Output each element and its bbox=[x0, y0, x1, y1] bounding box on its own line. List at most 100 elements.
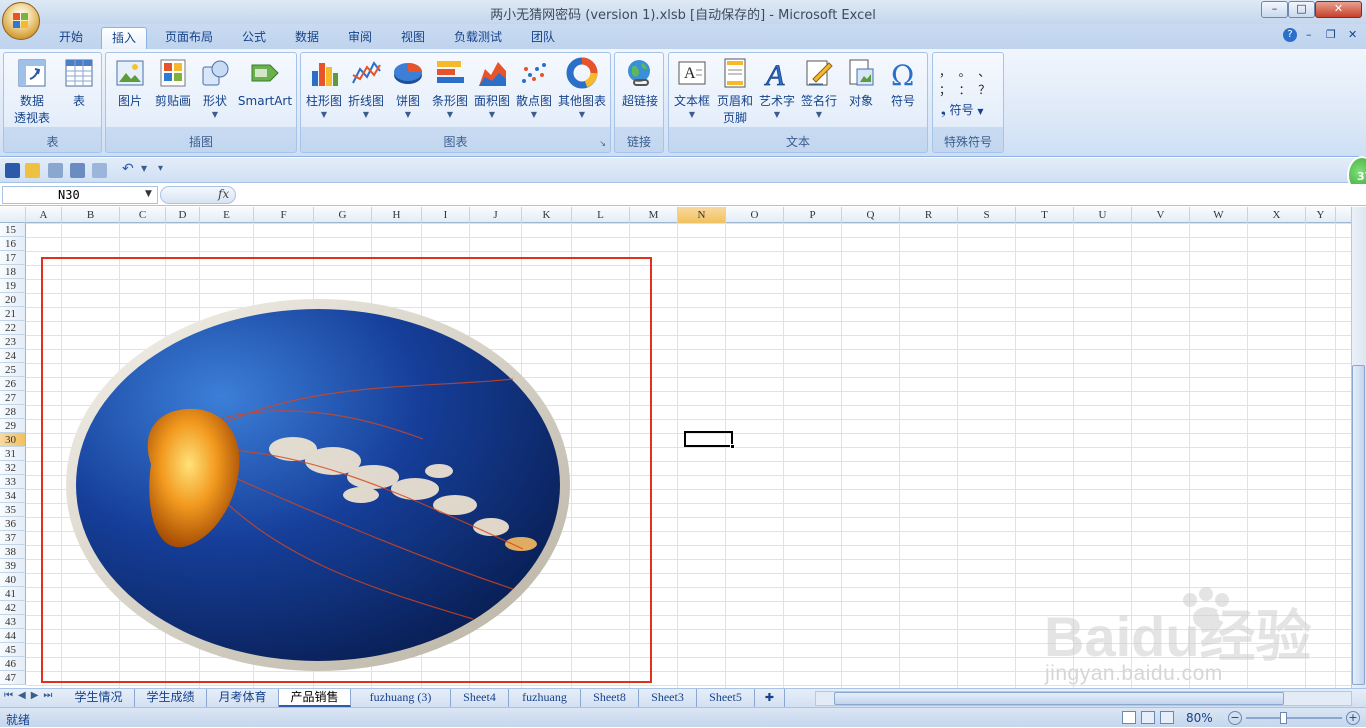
pivot-table-button[interactable]: 数据 透视表 bbox=[8, 57, 56, 127]
line-chart-button[interactable]: 折线图 ▼ bbox=[346, 57, 386, 120]
column-header-R[interactable]: R bbox=[900, 207, 958, 223]
tab-home[interactable]: 开始 bbox=[50, 27, 92, 49]
clipart-button[interactable]: 剪贴画 bbox=[152, 57, 194, 110]
dialog-launcher-icon[interactable]: ↘ bbox=[599, 139, 606, 148]
insert-sheet-icon[interactable]: ✚ bbox=[755, 689, 785, 707]
office-button[interactable] bbox=[2, 2, 40, 40]
row-header-31[interactable]: 31 bbox=[0, 447, 26, 461]
column-header-L[interactable]: L bbox=[572, 207, 630, 223]
scatter-chart-button[interactable]: 散点图 ▼ bbox=[514, 57, 554, 120]
row-header-18[interactable]: 18 bbox=[0, 265, 26, 279]
zoom-in-icon[interactable]: + bbox=[1346, 711, 1360, 725]
page-break-view-icon[interactable] bbox=[1160, 711, 1174, 724]
row-header-44[interactable]: 44 bbox=[0, 629, 26, 643]
sheet-nav-arrows-icon[interactable]: ⏮◀▶⏭ bbox=[4, 690, 57, 701]
maximize-button[interactable]: □ bbox=[1288, 1, 1315, 18]
row-header-28[interactable]: 28 bbox=[0, 405, 26, 419]
row-header-45[interactable]: 45 bbox=[0, 643, 26, 657]
row-header-30[interactable]: 30 bbox=[0, 433, 26, 447]
row-header-38[interactable]: 38 bbox=[0, 545, 26, 559]
column-header-S[interactable]: S bbox=[958, 207, 1016, 223]
horizontal-scroll-thumb[interactable] bbox=[834, 692, 1284, 705]
column-header-B[interactable]: B bbox=[62, 207, 120, 223]
column-header-N[interactable]: N bbox=[678, 207, 726, 223]
row-header-22[interactable]: 22 bbox=[0, 321, 26, 335]
row-header-19[interactable]: 19 bbox=[0, 279, 26, 293]
sheet-tab-pe[interactable]: 月考体育 bbox=[207, 689, 279, 707]
hyperlink-button[interactable]: 超链接 bbox=[617, 57, 663, 110]
format-painter-icon[interactable] bbox=[70, 163, 85, 178]
row-header-16[interactable]: 16 bbox=[0, 237, 26, 251]
print-preview-icon[interactable] bbox=[48, 163, 63, 178]
row-header-26[interactable]: 26 bbox=[0, 377, 26, 391]
row-header-37[interactable]: 37 bbox=[0, 531, 26, 545]
borders-icon[interactable] bbox=[92, 163, 107, 178]
zoom-slider-thumb[interactable] bbox=[1280, 712, 1287, 724]
name-box[interactable]: N30 bbox=[2, 186, 158, 204]
row-header-32[interactable]: 32 bbox=[0, 461, 26, 475]
shapes-button[interactable]: 形状 ▼ bbox=[198, 57, 232, 120]
zoom-out-icon[interactable]: − bbox=[1228, 711, 1242, 725]
symbol-button[interactable]: Ω 符号 bbox=[883, 57, 923, 110]
row-header-21[interactable]: 21 bbox=[0, 307, 26, 321]
undo-icon[interactable]: ↶ bbox=[122, 161, 134, 177]
sheet-tab-scores[interactable]: 学生成绩 bbox=[135, 689, 207, 707]
column-header-H[interactable]: H bbox=[372, 207, 422, 223]
column-header-C[interactable]: C bbox=[120, 207, 166, 223]
fill-handle[interactable] bbox=[730, 444, 735, 449]
column-header-Q[interactable]: Q bbox=[842, 207, 900, 223]
sheet-tab-sales[interactable]: 产品销售 bbox=[279, 689, 351, 707]
row-header-47[interactable]: 47 bbox=[0, 671, 26, 685]
tab-page-layout[interactable]: 页面布局 bbox=[158, 27, 220, 49]
minimize-button[interactable]: – bbox=[1261, 1, 1288, 18]
sheet-tab-students[interactable]: 学生情况 bbox=[63, 689, 135, 707]
help-icon[interactable]: ? bbox=[1283, 28, 1297, 42]
row-header-43[interactable]: 43 bbox=[0, 615, 26, 629]
column-header-F[interactable]: F bbox=[254, 207, 314, 223]
tab-insert[interactable]: 插入 bbox=[101, 27, 147, 49]
special-chars-row-2[interactable]: ； ： ？ bbox=[939, 81, 990, 98]
textbox-button[interactable]: A 文本框 ▼ bbox=[671, 57, 713, 120]
column-header-O[interactable]: O bbox=[726, 207, 784, 223]
column-header-X[interactable]: X bbox=[1248, 207, 1306, 223]
column-header-D[interactable]: D bbox=[166, 207, 200, 223]
tab-load-test[interactable]: 负载测试 bbox=[446, 27, 510, 49]
save-icon[interactable] bbox=[5, 163, 20, 178]
sheet-tab-sheet8[interactable]: Sheet8 bbox=[581, 689, 639, 707]
zoom-slider-track[interactable] bbox=[1246, 717, 1342, 719]
zoom-level[interactable]: 80% bbox=[1186, 711, 1213, 725]
column-header-W[interactable]: W bbox=[1190, 207, 1248, 223]
object-button[interactable]: 对象 bbox=[842, 57, 880, 110]
bar-chart-button[interactable]: 条形图 ▼ bbox=[429, 57, 471, 120]
column-header-U[interactable]: U bbox=[1074, 207, 1132, 223]
open-folder-icon[interactable] bbox=[25, 163, 40, 178]
sheet-tab-fuzhuang[interactable]: fuzhuang bbox=[509, 689, 581, 707]
column-header-V[interactable]: V bbox=[1132, 207, 1190, 223]
chevron-down-icon[interactable]: ▼ bbox=[141, 164, 147, 173]
tab-team[interactable]: 团队 bbox=[521, 27, 565, 49]
header-footer-button[interactable]: 页眉和 页脚 bbox=[715, 57, 755, 127]
row-header-17[interactable]: 17 bbox=[0, 251, 26, 265]
sheet-tab-sheet5[interactable]: Sheet5 bbox=[697, 689, 755, 707]
column-header-J[interactable]: J bbox=[470, 207, 522, 223]
select-all-corner[interactable] bbox=[0, 207, 26, 223]
page-layout-view-icon[interactable] bbox=[1141, 711, 1155, 724]
tab-data[interactable]: 数据 bbox=[285, 27, 329, 49]
row-header-34[interactable]: 34 bbox=[0, 489, 26, 503]
vertical-scroll-thumb[interactable] bbox=[1352, 365, 1365, 685]
row-header-20[interactable]: 20 bbox=[0, 293, 26, 307]
column-header-I[interactable]: I bbox=[422, 207, 470, 223]
row-header-41[interactable]: 41 bbox=[0, 587, 26, 601]
smartart-button[interactable]: SmartArt bbox=[236, 57, 294, 110]
ribbon-close-icon[interactable]: ✕ bbox=[1348, 28, 1357, 41]
row-header-33[interactable]: 33 bbox=[0, 475, 26, 489]
column-header-A[interactable]: A bbox=[26, 207, 62, 223]
sheet-tab-sheet4[interactable]: Sheet4 bbox=[451, 689, 509, 707]
row-header-36[interactable]: 36 bbox=[0, 517, 26, 531]
wordart-button[interactable]: A 艺术字 ▼ bbox=[757, 57, 797, 120]
column-header-M[interactable]: M bbox=[630, 207, 678, 223]
row-header-35[interactable]: 35 bbox=[0, 503, 26, 517]
other-charts-button[interactable]: 其他图表 ▼ bbox=[556, 57, 608, 120]
row-header-40[interactable]: 40 bbox=[0, 573, 26, 587]
row-header-46[interactable]: 46 bbox=[0, 657, 26, 671]
